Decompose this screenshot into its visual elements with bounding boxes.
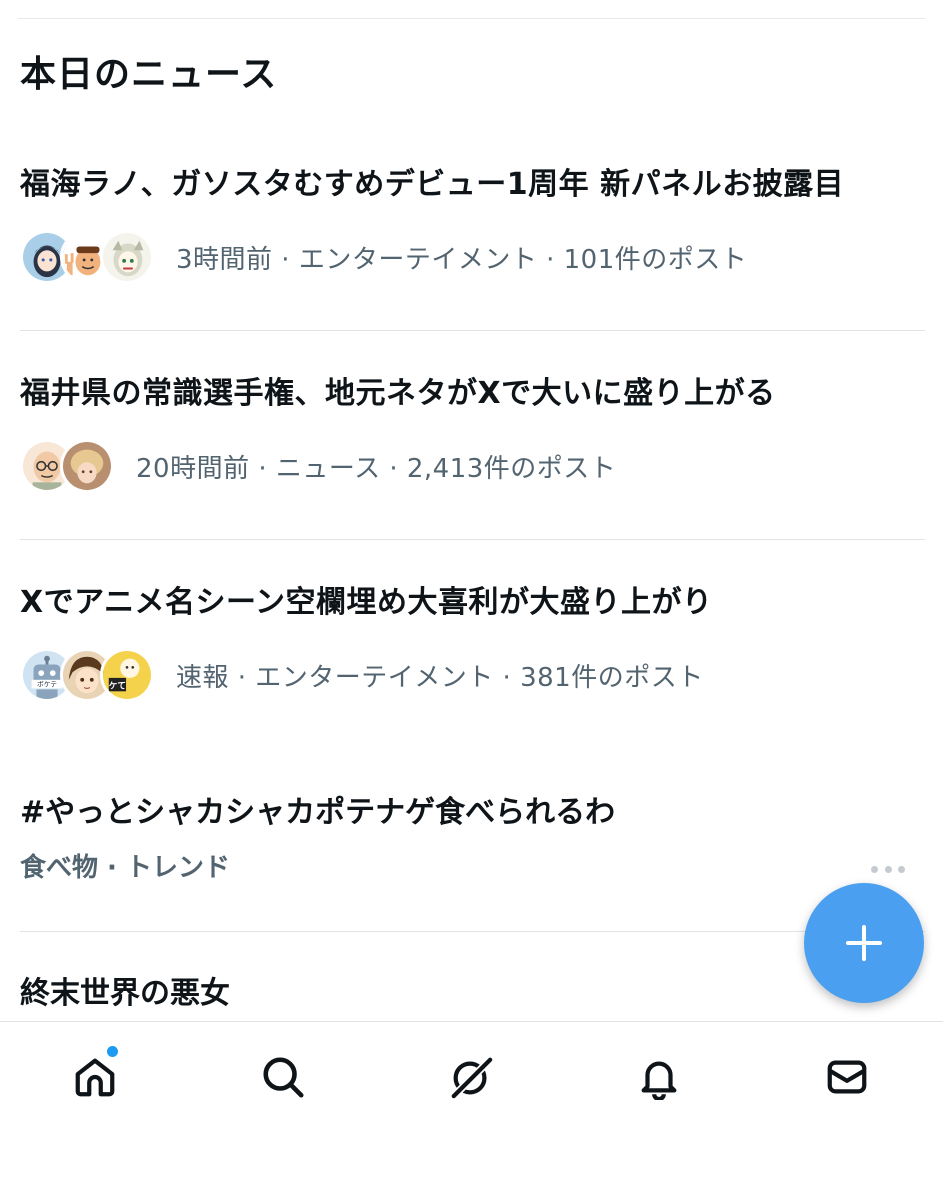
bell-icon xyxy=(641,1061,677,1100)
search-icon xyxy=(263,1057,304,1098)
news-title[interactable]: 福海ラノ、ガソスタむすめデビュー1周年 新パネルお披露目 xyxy=(20,165,925,205)
divider xyxy=(20,330,925,331)
news-meta: 速報 · エンターテイメント · 381件のポスト xyxy=(176,662,704,693)
partial-item-title[interactable]: 終末世界の悪女 xyxy=(20,974,230,1014)
top-divider xyxy=(18,18,925,19)
news-item[interactable]: 福井県の常識選手権、地元ネタがXで大いに盛り上がる 20時間前 · ニュース ·… xyxy=(20,374,925,493)
news-meta-row: ボケテ ケて 速報 · エンターテイメント · 381件のポスト xyxy=(20,648,925,702)
news-meta-row: 3時間前 · エンターテイメント · 101件のポスト xyxy=(20,230,925,284)
news-meta-row: 20時間前 · ニュース · 2,413件のポスト xyxy=(20,439,925,493)
divider xyxy=(20,931,925,932)
more-options-icon[interactable] xyxy=(871,862,905,876)
trend-meta: 食べ物 · トレンド xyxy=(20,853,230,883)
mail-icon xyxy=(827,1060,867,1094)
avatar-group xyxy=(20,439,114,493)
compose-button[interactable] xyxy=(804,883,924,1003)
nav-grok[interactable] xyxy=(446,1052,496,1102)
news-item[interactable]: 福海ラノ、ガソスタむすめデビュー1周年 新パネルお披露目 3時間前 · エンター… xyxy=(20,165,925,284)
dot xyxy=(884,865,892,873)
news-item[interactable]: Xでアニメ名シーン空欄埋め大喜利が大盛り上がり ボケテ ケて 速報 · エンター… xyxy=(20,583,925,702)
news-meta: 20時間前 · ニュース · 2,413件のポスト xyxy=(136,453,617,484)
nav-search[interactable] xyxy=(258,1052,308,1102)
divider xyxy=(20,539,925,540)
avatar-blonde-person xyxy=(60,439,114,493)
dot xyxy=(871,865,878,873)
trend-item[interactable]: #やっとシャカシャカポテナゲ食べられるわ 食べ物 · トレンド xyxy=(20,793,925,884)
avatar-manga-character xyxy=(100,230,154,284)
avatar-group: ボケテ ケて xyxy=(20,648,154,702)
dot xyxy=(898,865,905,873)
plus-icon xyxy=(846,925,882,961)
nav-home[interactable] xyxy=(70,1046,120,1102)
avatar-group xyxy=(20,230,154,284)
section-title: 本日のニュース xyxy=(20,54,278,95)
nav-messages[interactable] xyxy=(822,1052,872,1102)
avatar-cartoon: ケて xyxy=(100,648,154,702)
trend-title[interactable]: #やっとシャカシャカポテナゲ食べられるわ xyxy=(20,793,925,833)
news-title[interactable]: 福井県の常識選手権、地元ネタがXで大いに盛り上がる xyxy=(20,374,925,414)
grok-icon xyxy=(451,1057,493,1099)
robot-label: ボケテ xyxy=(37,681,57,689)
cartoon-label: ケて xyxy=(109,680,126,691)
bottom-nav xyxy=(0,1021,943,1201)
home-icon xyxy=(75,1058,115,1097)
notification-badge xyxy=(107,1046,118,1057)
nav-notifications[interactable] xyxy=(634,1052,684,1102)
news-title[interactable]: Xでアニメ名シーン空欄埋め大喜利が大盛り上がり xyxy=(20,583,925,623)
news-meta: 3時間前 · エンターテイメント · 101件のポスト xyxy=(176,244,748,275)
